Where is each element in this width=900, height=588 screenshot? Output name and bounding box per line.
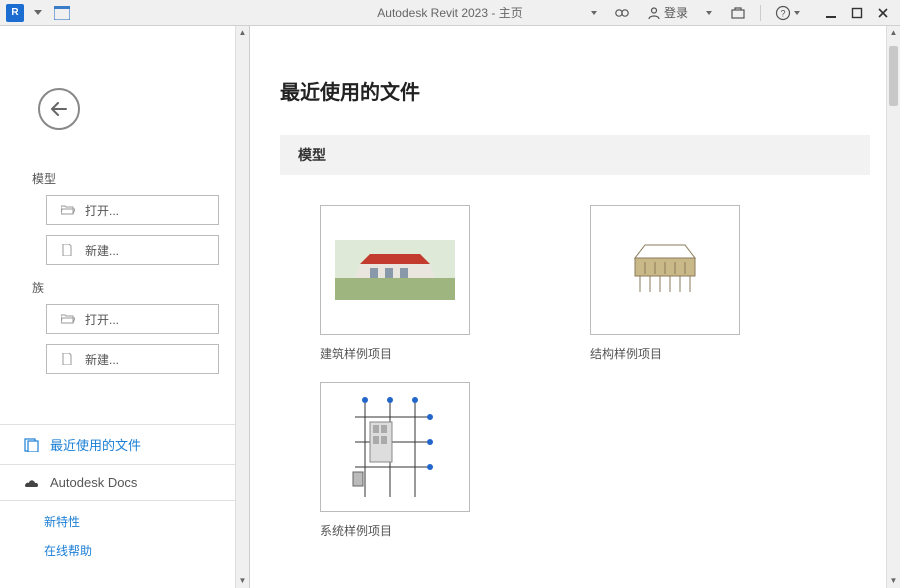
open-model-label: 打开... bbox=[85, 202, 119, 219]
app-icon[interactable]: R bbox=[6, 4, 24, 22]
sidebar: 模型 打开... 新建... 族 打开... 新建... 最近使用的文件 Aut… bbox=[0, 26, 250, 588]
cards-row-1: 建筑样例项目 bbox=[320, 205, 870, 362]
content: 模型 打开... 新建... 族 打开... 新建... 最近使用的文件 Aut… bbox=[0, 26, 900, 588]
svg-text:?: ? bbox=[780, 8, 785, 18]
document-icon bbox=[61, 244, 75, 256]
window-controls bbox=[820, 3, 894, 23]
recent-files-icon bbox=[24, 438, 40, 452]
titlebar-left: R bbox=[0, 3, 72, 23]
project-card[interactable]: 建筑样例项目 bbox=[320, 205, 470, 362]
login-dropdown-icon[interactable] bbox=[702, 9, 716, 17]
scroll-down-icon[interactable]: ▼ bbox=[236, 574, 249, 588]
open-model-button[interactable]: 打开... bbox=[46, 195, 219, 225]
cloud-icon bbox=[24, 476, 40, 490]
open-family-button[interactable]: 打开... bbox=[46, 304, 219, 334]
separator bbox=[760, 5, 761, 21]
titlebar-right: 登录 ? bbox=[587, 2, 900, 23]
arrow-left-icon bbox=[50, 102, 68, 116]
scroll-up-icon[interactable]: ▲ bbox=[236, 26, 249, 40]
card-label: 系统样例项目 bbox=[320, 522, 470, 539]
nav-recent-label: 最近使用的文件 bbox=[50, 435, 141, 454]
folder-open-icon bbox=[61, 205, 75, 215]
project-card[interactable]: 系统样例项目 bbox=[320, 382, 470, 539]
minimize-button[interactable] bbox=[820, 3, 842, 23]
dropdown-icon[interactable] bbox=[28, 3, 48, 23]
app-icon-label: R bbox=[11, 7, 18, 18]
help-icon[interactable]: ? bbox=[771, 3, 804, 23]
section-families-label: 族 bbox=[32, 279, 249, 296]
back-button[interactable] bbox=[38, 88, 80, 130]
user-icon bbox=[647, 6, 661, 20]
nav-autodesk-docs[interactable]: Autodesk Docs bbox=[0, 465, 249, 501]
new-family-label: 新建... bbox=[85, 351, 119, 368]
open-family-label: 打开... bbox=[85, 311, 119, 328]
page-title: 最近使用的文件 bbox=[280, 76, 870, 105]
category-models: 模型 bbox=[280, 135, 870, 175]
project-card[interactable]: 结构样例项目 bbox=[590, 205, 740, 362]
search-dropdown[interactable] bbox=[587, 9, 601, 17]
nav-recent-files[interactable]: 最近使用的文件 bbox=[0, 424, 249, 465]
link-whats-new[interactable]: 新特性 bbox=[0, 507, 249, 536]
new-family-button[interactable]: 新建... bbox=[46, 344, 219, 374]
titlebar: R Autodesk Revit 2023 - 主页 登录 ? bbox=[0, 0, 900, 26]
home-tab-icon[interactable] bbox=[52, 3, 72, 23]
exchange-icon[interactable] bbox=[726, 4, 750, 22]
card-label: 结构样例项目 bbox=[590, 345, 740, 362]
sidebar-scrollbar[interactable]: ▲ ▼ bbox=[235, 26, 249, 588]
card-label: 建筑样例项目 bbox=[320, 345, 470, 362]
new-model-label: 新建... bbox=[85, 242, 119, 259]
main-area: 最近使用的文件 模型 建筑样例项目 bbox=[250, 26, 900, 588]
close-button[interactable] bbox=[872, 3, 894, 23]
new-model-button[interactable]: 新建... bbox=[46, 235, 219, 265]
login-label: 登录 bbox=[664, 4, 688, 21]
folder-open-icon bbox=[61, 314, 75, 324]
thumbnail-structure bbox=[590, 205, 740, 335]
scroll-down-icon[interactable]: ▼ bbox=[887, 574, 900, 588]
user-login[interactable]: 登录 bbox=[643, 2, 692, 23]
main-scrollbar[interactable]: ▲ ▼ bbox=[886, 26, 900, 588]
search-icon[interactable] bbox=[611, 5, 633, 21]
maximize-button[interactable] bbox=[846, 3, 868, 23]
nav-docs-label: Autodesk Docs bbox=[50, 475, 137, 490]
link-online-help[interactable]: 在线帮助 bbox=[0, 536, 249, 565]
thumbnail-systems bbox=[320, 382, 470, 512]
section-models-label: 模型 bbox=[32, 170, 249, 187]
scrollbar-thumb[interactable] bbox=[889, 46, 898, 106]
cards-row-2: 系统样例项目 bbox=[320, 382, 870, 539]
thumbnail-architecture bbox=[320, 205, 470, 335]
scroll-up-icon[interactable]: ▲ bbox=[887, 26, 900, 40]
document-icon bbox=[61, 353, 75, 365]
chevron-down-icon bbox=[794, 11, 800, 15]
